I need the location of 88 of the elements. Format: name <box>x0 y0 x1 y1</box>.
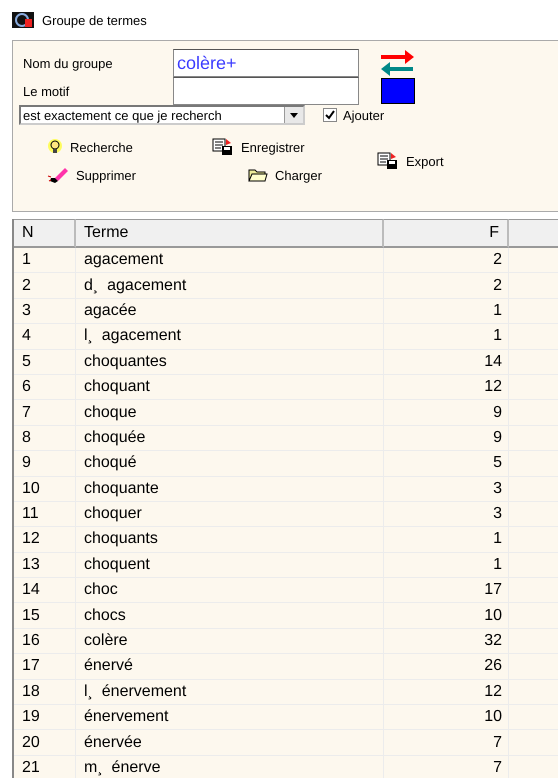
toolbar-button[interactable]: Charger <box>248 163 322 187</box>
table-cell: m¸ énerve <box>76 756 384 778</box>
table-cell: 20 <box>14 730 76 756</box>
column-header[interactable]: N <box>14 219 76 248</box>
table-cell: 9 <box>14 451 76 477</box>
table-cell: 1 <box>384 527 509 553</box>
table-cell: 21 <box>14 756 76 778</box>
table-cell: choquants <box>76 527 384 553</box>
folder-icon <box>248 168 268 182</box>
table-cell: 7 <box>384 756 509 778</box>
table-cell: 1 <box>384 298 509 324</box>
table-cell: choquent <box>76 552 384 578</box>
table-cell: 2 <box>384 273 509 299</box>
table-cell: 7 <box>14 400 76 426</box>
app-logo-icon <box>12 12 34 28</box>
table-cell: 10 <box>384 603 509 629</box>
field-label: Le motif <box>22 84 70 98</box>
table-cell: choquantes <box>76 350 384 375</box>
table-cell: choquer <box>76 502 384 528</box>
table-cell: 11 <box>14 502 76 528</box>
table-cell: énervé <box>76 654 384 680</box>
table-cell: 10 <box>14 476 76 502</box>
table-cell: 10 <box>384 705 509 730</box>
table-cell: 2 <box>384 248 509 274</box>
table-cell: 6 <box>14 374 76 400</box>
swap-arrows-icon[interactable] <box>379 49 415 77</box>
table-cell: 15 <box>14 603 76 629</box>
table-cell: chocs <box>76 603 384 629</box>
color-swatch-icon[interactable] <box>381 78 415 104</box>
table-cell: 18 <box>14 680 76 706</box>
lightbulb-icon <box>47 139 63 155</box>
table-cell: choquante <box>76 476 384 502</box>
table-cell: 14 <box>14 578 76 604</box>
table-cell: 5 <box>384 451 509 477</box>
table-cell: choquant <box>76 374 384 400</box>
table-cell: énervée <box>76 730 384 756</box>
table-cell: 13 <box>14 552 76 578</box>
table-cell: 1 <box>14 248 76 274</box>
table-cell: 17 <box>14 654 76 680</box>
checkmark-icon <box>325 110 335 120</box>
table-cell: colère <box>76 628 384 654</box>
table-cell: 5 <box>14 350 76 375</box>
toolbar-button[interactable]: Enregistrer <box>212 135 305 159</box>
table-cell: 12 <box>384 680 509 706</box>
match-mode-dropdown[interactable]: est exactement ce que je recherch <box>19 105 305 125</box>
table-cell: 7 <box>384 730 509 756</box>
table-cell: 14 <box>384 350 509 375</box>
table-cell: l¸ énervement <box>76 680 384 706</box>
floppy-document-icon <box>212 138 234 156</box>
table-cell: choc <box>76 578 384 604</box>
table-cell: d¸ agacement <box>76 273 384 299</box>
table-cell: 3 <box>384 476 509 502</box>
table-cell: 4 <box>14 324 76 350</box>
table-cell: 17 <box>384 578 509 604</box>
table-cell: 16 <box>14 628 76 654</box>
table-cell: 12 <box>384 374 509 400</box>
table-cell: 3 <box>14 298 76 324</box>
table-cell: 32 <box>384 628 509 654</box>
table-cell: 3 <box>384 502 509 528</box>
table-cell: énervement <box>76 705 384 730</box>
column-header[interactable]: F <box>384 219 509 248</box>
table-cell: l¸ agacement <box>76 324 384 350</box>
table-cell: 9 <box>384 400 509 426</box>
field-label: Nom du groupe <box>22 56 114 70</box>
table-cell: 9 <box>384 426 509 452</box>
toolbar-button[interactable]: Export <box>377 149 444 173</box>
table-cell: choqué <box>76 451 384 477</box>
table-cell: 1 <box>384 552 509 578</box>
table-cell: choque <box>76 400 384 426</box>
table-cell: agacée <box>76 298 384 324</box>
table-cell: 19 <box>14 705 76 730</box>
table-cell: 26 <box>384 654 509 680</box>
table-cell: 8 <box>14 426 76 452</box>
eraser-icon <box>47 166 69 184</box>
pattern-field[interactable] <box>173 77 359 105</box>
caret-icon <box>290 112 298 118</box>
table-cell: 1 <box>384 324 509 350</box>
table-cell: 2 <box>14 273 76 299</box>
toolbar-button[interactable]: Recherche <box>47 135 133 159</box>
column-header[interactable]: Terme <box>76 219 384 248</box>
group-name-field[interactable]: colère+ <box>173 49 359 77</box>
window-title: Groupe de termes <box>42 12 147 28</box>
floppy-document-icon <box>377 152 399 170</box>
table-cell: 12 <box>14 527 76 553</box>
add-checkbox[interactable]: Ajouter <box>323 108 384 122</box>
table-cell: agacement <box>76 248 384 274</box>
toolbar-button[interactable]: Supprimer <box>47 163 136 187</box>
table-cell: choquée <box>76 426 384 452</box>
